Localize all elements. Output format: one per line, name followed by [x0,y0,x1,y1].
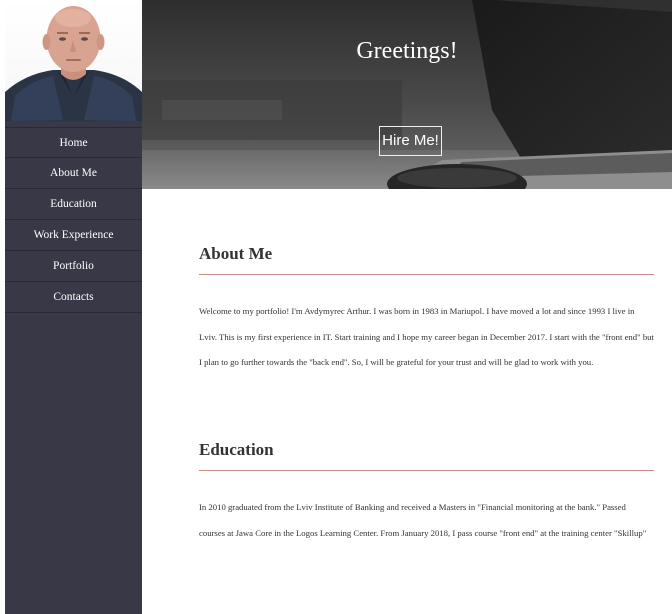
sidebar-nav: Home About Me Education Work Experience … [5,127,142,313]
nav-item-contacts[interactable]: Contacts [5,282,142,313]
nav-item-education[interactable]: Education [5,189,142,220]
sidebar: Home About Me Education Work Experience … [5,0,142,614]
portfolio-page: Home About Me Education Work Experience … [0,0,672,614]
education-section-title: Education [199,440,274,459]
about-section-title: About Me [199,244,273,263]
nav-item-work-experience[interactable]: Work Experience [5,220,142,251]
nav-item-portfolio[interactable]: Portfolio [5,251,142,282]
about-section-text: Welcome to my portfolio! I'm Avdymyrec A… [199,306,654,367]
nav-item-home[interactable]: Home [5,127,142,158]
about-section-divider [199,274,654,275]
education-section-divider [199,470,654,471]
nav-item-about-me[interactable]: About Me [5,158,142,189]
hire-me-button[interactable]: Hire Me! [379,126,442,156]
hero-background-image [142,0,672,189]
avatar [5,0,142,121]
education-section-text: In 2010 graduated from the Lviv Institut… [199,502,647,538]
hero-title: Greetings! [356,38,458,64]
hero-banner: Greetings! Hire Me! [142,0,672,189]
